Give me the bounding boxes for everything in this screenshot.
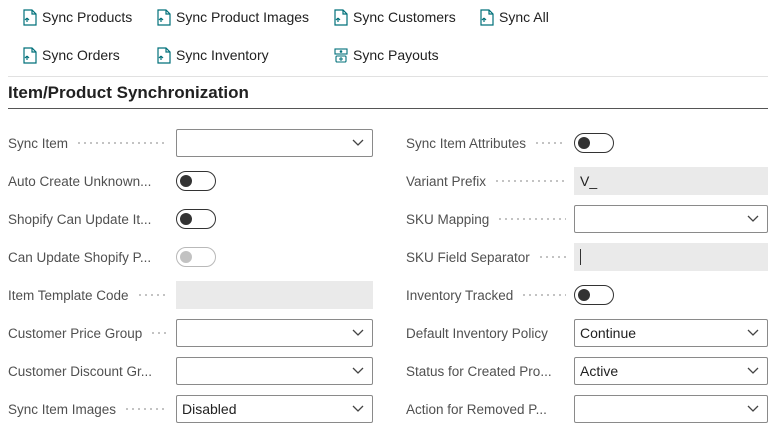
chevron-down-icon [352, 329, 364, 336]
action-bar-divider [8, 76, 768, 77]
sync-item-images-value: Disabled [182, 401, 237, 417]
toggle-knob [180, 250, 192, 263]
sync-orders-action[interactable]: Sync Orders [22, 43, 120, 67]
field-sku-mapping: SKU Mapping [406, 206, 572, 232]
sync-item-images-select[interactable]: Disabled [176, 395, 373, 423]
sync-item-select[interactable] [176, 129, 373, 157]
document-sync-icon [157, 8, 171, 26]
document-sync-icon [23, 46, 37, 64]
document-sync-icon [23, 8, 37, 26]
toggle-knob [180, 212, 192, 225]
section-title-underline [8, 108, 768, 109]
sync-item-attributes-toggle[interactable] [574, 133, 614, 153]
field-action-for-removed-products: Action for Removed P... [406, 396, 572, 422]
sync-orders-label: Sync Orders [42, 47, 120, 63]
status-for-created-products-label: Status for Created Pro... [406, 363, 552, 379]
field-item-template-code: Item Template Code [8, 282, 174, 308]
shopify-can-update-label: Shopify Can Update It... [8, 211, 152, 227]
sync-customers-action[interactable]: Sync Customers [333, 5, 456, 29]
chevron-down-icon [352, 139, 364, 146]
sku-mapping-label: SKU Mapping [406, 211, 490, 227]
sync-payouts-label: Sync Payouts [353, 47, 439, 63]
customer-price-group-select[interactable] [176, 319, 373, 347]
status-for-created-products-select[interactable]: Active [574, 357, 768, 385]
chevron-down-icon [352, 367, 364, 374]
document-sync-icon [157, 46, 171, 64]
default-inventory-policy-label: Default Inventory Policy [406, 325, 548, 341]
document-sync-icon [334, 8, 348, 26]
action-for-removed-products-select[interactable] [574, 395, 768, 423]
sync-products-label: Sync Products [42, 9, 133, 25]
sync-all-label: Sync All [499, 9, 549, 25]
default-inventory-policy-value: Continue [580, 325, 637, 341]
field-sku-field-separator: SKU Field Separator [406, 244, 572, 270]
sync-item-attributes-label: Sync Item Attributes [406, 135, 527, 151]
customer-discount-group-label: Customer Discount Gr... [8, 363, 153, 379]
field-customer-discount-group: Customer Discount Gr... [8, 358, 174, 384]
sync-product-images-action[interactable]: Sync Product Images [156, 5, 309, 29]
sku-mapping-select[interactable] [574, 205, 768, 233]
can-update-shopify-label: Can Update Shopify P... [8, 249, 152, 265]
toggle-knob [180, 174, 192, 187]
field-sync-item-attributes: Sync Item Attributes [406, 130, 572, 156]
variant-prefix-field[interactable]: V_ [574, 167, 768, 195]
field-can-update-shopify: Can Update Shopify P... [8, 244, 174, 270]
shopify-can-update-toggle[interactable] [176, 209, 216, 229]
status-for-created-products-value: Active [580, 363, 619, 379]
auto-create-unknown-label: Auto Create Unknown... [8, 173, 152, 189]
chevron-down-icon [352, 405, 364, 412]
field-auto-create-unknown: Auto Create Unknown... [8, 168, 174, 194]
payouts-icon [334, 47, 348, 63]
field-sync-item-images: Sync Item Images [8, 396, 174, 422]
sync-customers-label: Sync Customers [353, 9, 456, 25]
field-sync-item: Sync Item [8, 130, 174, 156]
chevron-down-icon [747, 367, 759, 374]
customer-discount-group-select[interactable] [176, 357, 373, 385]
auto-create-unknown-toggle[interactable] [176, 171, 216, 191]
variant-prefix-value: V_ [580, 173, 598, 189]
item-template-code-label: Item Template Code [8, 287, 129, 303]
field-status-for-created-products: Status for Created Pro... [406, 358, 572, 384]
sync-item-label: Sync Item [8, 135, 69, 151]
inventory-tracked-toggle[interactable] [574, 285, 614, 305]
inventory-tracked-label: Inventory Tracked [406, 287, 514, 303]
sync-all-action[interactable]: Sync All [479, 5, 549, 29]
sync-inventory-label: Sync Inventory [176, 47, 269, 63]
field-customer-price-group: Customer Price Group [8, 320, 174, 346]
chevron-down-icon [747, 405, 759, 412]
sync-payouts-action[interactable]: Sync Payouts [333, 43, 439, 67]
sync-inventory-action[interactable]: Sync Inventory [156, 43, 269, 67]
item-template-code-field[interactable] [176, 281, 373, 309]
text-cursor [580, 249, 581, 265]
section-title: Item/Product Synchronization [8, 83, 249, 102]
action-for-removed-products-label: Action for Removed P... [406, 401, 547, 417]
toggle-knob [578, 136, 590, 149]
can-update-shopify-toggle [176, 247, 216, 267]
sync-product-images-label: Sync Product Images [176, 9, 310, 25]
sync-item-images-label: Sync Item Images [8, 401, 117, 417]
field-shopify-can-update: Shopify Can Update It... [8, 206, 174, 232]
sku-field-separator-field[interactable] [574, 243, 768, 271]
variant-prefix-label: Variant Prefix [406, 173, 487, 189]
default-inventory-policy-select[interactable]: Continue [574, 319, 768, 347]
chevron-down-icon [747, 215, 759, 222]
field-default-inventory-policy: Default Inventory Policy [406, 320, 572, 346]
field-inventory-tracked: Inventory Tracked [406, 282, 572, 308]
chevron-down-icon [747, 329, 759, 336]
sync-products-action[interactable]: Sync Products [22, 5, 132, 29]
sku-field-separator-label: SKU Field Separator [406, 249, 530, 265]
field-variant-prefix: Variant Prefix [406, 168, 572, 194]
customer-price-group-label: Customer Price Group [8, 325, 143, 341]
toggle-knob [578, 288, 590, 301]
document-sync-icon [480, 8, 494, 26]
